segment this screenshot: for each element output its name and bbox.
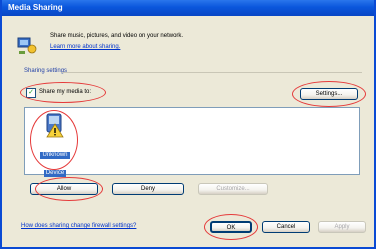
window-title: Media Sharing: [8, 3, 63, 12]
sharing-settings-group-label: Sharing settings: [24, 68, 68, 74]
firewall-settings-link[interactable]: How does sharing change firewall setting…: [21, 223, 136, 229]
allow-button[interactable]: Allow: [30, 183, 98, 195]
sharing-description: Share music, pictures, and video on your…: [50, 33, 184, 39]
ok-button-label: OK: [226, 225, 236, 231]
learn-more-link[interactable]: Learn more about sharing.: [50, 43, 120, 52]
apply-button[interactable]: Apply: [318, 221, 366, 233]
group-divider: [62, 72, 362, 73]
media-sharing-dialog: Media Sharing Share music, pictures, and…: [0, 0, 376, 249]
device-label-line2: Device: [43, 170, 67, 177]
apply-button-label: Apply: [334, 224, 350, 230]
cancel-button[interactable]: Cancel: [262, 221, 310, 233]
device-list[interactable]: Unknown Device: [24, 107, 360, 177]
customize-button[interactable]: Customize...: [198, 183, 268, 195]
deny-button[interactable]: Deny: [112, 183, 184, 195]
cancel-button-label: Cancel: [276, 224, 296, 230]
allow-button-label: Allow: [56, 186, 72, 192]
ok-button[interactable]: OK: [210, 221, 252, 233]
settings-button-label: Settings...: [315, 91, 343, 97]
share-media-checkbox-label: Share my media to:: [39, 89, 92, 95]
title-bar: Media Sharing: [2, 0, 374, 16]
deny-button-label: Deny: [140, 186, 155, 192]
device-label-line1: Unknown: [40, 152, 70, 159]
customize-button-label: Customize...: [216, 186, 250, 192]
settings-button[interactable]: Settings...: [300, 88, 358, 100]
share-media-checkbox[interactable]: ✓: [26, 88, 36, 98]
info-section: Share music, pictures, and video on your…: [16, 32, 356, 62]
media-sharing-icon: [17, 37, 37, 54]
unknown-device-warning-icon: [46, 113, 64, 138]
device-item-unknown[interactable]: Unknown Device: [35, 112, 75, 179]
